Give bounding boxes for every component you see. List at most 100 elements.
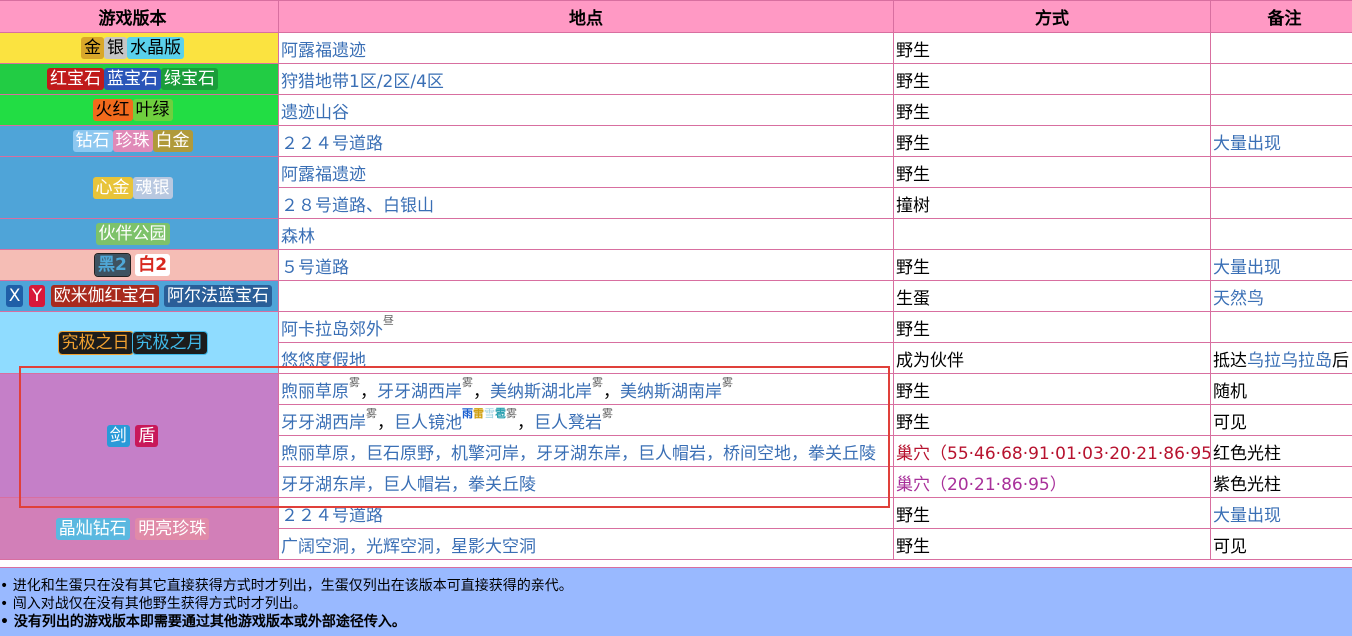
tag-leafgreen[interactable]: 叶绿 bbox=[132, 99, 173, 121]
tag-soulsilver[interactable]: 魂银 bbox=[132, 176, 173, 199]
tag-diamond[interactable]: 钻石 bbox=[72, 130, 113, 152]
version-pokewalker: 伙伴公园 bbox=[0, 218, 279, 250]
location-link[interactable]: 煦丽草原 bbox=[281, 382, 349, 402]
location-link[interactable]: 巨人镜池 bbox=[394, 413, 462, 433]
location-link[interactable]: ５号道路 bbox=[281, 258, 349, 278]
note-suffix: 后 bbox=[1332, 350, 1349, 371]
note-link[interactable]: 天然鸟 bbox=[1213, 289, 1264, 309]
tag-pearl[interactable]: 珍珠 bbox=[112, 130, 153, 152]
method-cell bbox=[893, 218, 1211, 250]
tag-omega-ruby[interactable]: 欧米伽红宝石 bbox=[50, 285, 159, 307]
tag-sword[interactable]: 剑 bbox=[106, 424, 130, 447]
row-rse: 红宝石 蓝宝石 绿宝石 狩猎地带1区/2区/4区 野生 bbox=[0, 63, 1352, 95]
note-link[interactable]: 大量出现 bbox=[1213, 506, 1281, 526]
note-cell: 可见 bbox=[1210, 404, 1352, 436]
row-b2w2: 黑2 白2 ５号道路 野生 大量出现 bbox=[0, 249, 1352, 281]
location-link[interactable]: 阿卡拉岛郊外 bbox=[281, 320, 383, 340]
location-link[interactable]: 阿露福遗迹 bbox=[281, 165, 366, 185]
location-link[interactable]: 广阔空洞，光辉空洞，星影大空洞 bbox=[281, 537, 536, 557]
tag-firered[interactable]: 火红 bbox=[92, 99, 133, 121]
location-link[interactable]: 牙牙湖西岸 bbox=[281, 413, 366, 433]
fog-weather-icon: 雾 bbox=[462, 375, 473, 389]
fog-weather-icon: 雾 bbox=[592, 375, 603, 389]
note-cell: 红色光柱 bbox=[1210, 435, 1352, 467]
version-frlg: 火红 叶绿 bbox=[0, 94, 279, 126]
tag-ultra-moon[interactable]: 究极之月 bbox=[131, 330, 208, 355]
tag-silver[interactable]: 银 bbox=[104, 37, 127, 59]
row-dppt: 钻石 珍珠 白金 ２２４号道路 野生 大量出现 bbox=[0, 125, 1352, 157]
location-cell: 煦丽草原雾，牙牙湖西岸雾，美纳斯湖北岸雾，美纳斯湖南岸雾 bbox=[278, 373, 894, 405]
tag-brilliant-diamond[interactable]: 晶灿钻石 bbox=[55, 517, 130, 540]
row-pokewalker: 伙伴公园 森林 bbox=[0, 218, 1352, 250]
rain-weather-icon: 雨 bbox=[462, 406, 473, 420]
den-detail: （20·21·86·95） bbox=[930, 474, 1067, 495]
tag-emerald[interactable]: 绿宝石 bbox=[161, 68, 218, 90]
location-link[interactable]: 煦丽草原，巨石原野，机擎河岸，牙牙湖东岸，巨人帽岩，桥间空地，拳关丘陵 bbox=[281, 444, 876, 464]
location-link[interactable]: 巨人凳岩 bbox=[534, 413, 602, 433]
location-link[interactable]: 阿露福遗迹 bbox=[281, 41, 366, 61]
location-link[interactable]: 悠悠度假地 bbox=[281, 351, 366, 371]
den-link[interactable]: 巢穴 bbox=[896, 475, 930, 495]
row-gsc: 金银水晶版 阿露福遗迹 野生 bbox=[0, 32, 1352, 64]
note-cell: 紫色光柱 bbox=[1210, 466, 1352, 498]
location-link[interactable]: 牙牙湖西岸 bbox=[377, 382, 462, 402]
hail-weather-icon: 雹 bbox=[495, 406, 506, 420]
method-cell: 野生 bbox=[893, 497, 1211, 529]
note-cell bbox=[1210, 63, 1352, 95]
location-link[interactable]: ２２４号道路 bbox=[281, 134, 383, 154]
version-gsc: 金银水晶版 bbox=[0, 32, 279, 64]
note-cell: 可见 bbox=[1210, 528, 1352, 560]
tag-ruby[interactable]: 红宝石 bbox=[47, 68, 104, 90]
footnote-3: • 没有列出的游戏版本即需要通过其他游戏版本或外部途径传入。 bbox=[0, 614, 406, 630]
header-method: 方式 bbox=[893, 0, 1211, 33]
tag-white2[interactable]: 白2 bbox=[135, 254, 171, 276]
tag-shining-pearl[interactable]: 明亮珍珠 bbox=[135, 517, 210, 540]
tag-y[interactable]: Y bbox=[28, 285, 46, 307]
note-cell bbox=[1210, 311, 1352, 343]
tag-pokewalker[interactable]: 伙伴公园 bbox=[95, 223, 170, 245]
tag-x[interactable]: X bbox=[5, 285, 24, 307]
tag-alpha-sapphire[interactable]: 阿尔法蓝宝石 bbox=[164, 285, 272, 307]
method-cell: 野生 bbox=[893, 63, 1211, 95]
location-link[interactable]: 狩猎地带1区/2区/4区 bbox=[281, 72, 444, 92]
location-link[interactable]: 美纳斯湖南岸 bbox=[620, 382, 722, 402]
location-link[interactable]: ２８号道路、白银山 bbox=[281, 196, 434, 216]
footnotes: • 进化和生蛋只在没有其它直接获得方式时才列出，生蛋仅列出在该版本可直接获得的亲… bbox=[0, 567, 1352, 636]
den-link[interactable]: 巢穴 bbox=[896, 444, 930, 464]
fog-weather-icon: 雾 bbox=[349, 375, 360, 389]
table-header: 游戏版本 地点 方式 备注 bbox=[0, 0, 1352, 33]
method-cell: 成为伙伴 bbox=[893, 342, 1211, 374]
tag-gold[interactable]: 金 bbox=[81, 37, 104, 59]
note-link[interactable]: 乌拉乌拉岛 bbox=[1247, 351, 1332, 371]
header-note: 备注 bbox=[1210, 0, 1352, 33]
tag-ultra-sun[interactable]: 究极之日 bbox=[57, 330, 134, 355]
tag-sapphire[interactable]: 蓝宝石 bbox=[104, 68, 161, 90]
tag-heartgold[interactable]: 心金 bbox=[92, 176, 133, 199]
note-cell bbox=[1210, 187, 1352, 219]
note-link[interactable]: 大量出现 bbox=[1213, 258, 1281, 278]
location-link[interactable]: 遗迹山谷 bbox=[281, 103, 349, 123]
time-day-icon: 昼 bbox=[383, 313, 394, 327]
thunder-weather-icon: 雷 bbox=[473, 406, 484, 420]
method-cell: 野生 bbox=[893, 156, 1211, 188]
fog-weather-icon: 雾 bbox=[506, 406, 517, 420]
tag-crystal[interactable]: 水晶版 bbox=[127, 37, 184, 59]
location-link[interactable]: ２２４号道路 bbox=[281, 506, 383, 526]
note-cell bbox=[1210, 32, 1352, 64]
encounter-table: 游戏版本 地点 方式 备注 金银水晶版 阿露福遗迹 野生 红宝石 蓝宝石 绿宝石 狩… bbox=[0, 0, 1352, 560]
location-link[interactable]: 美纳斯湖北岸 bbox=[490, 382, 592, 402]
method-cell: 生蛋 bbox=[893, 280, 1211, 312]
location-link[interactable]: 牙牙湖东岸，巨人帽岩，拳关丘陵 bbox=[281, 475, 536, 495]
note-link[interactable]: 大量出现 bbox=[1213, 134, 1281, 154]
tag-shield[interactable]: 盾 bbox=[135, 424, 159, 447]
version-b2w2: 黑2 白2 bbox=[0, 249, 279, 281]
tag-platinum[interactable]: 白金 bbox=[152, 130, 193, 152]
location-cell bbox=[278, 280, 894, 312]
row-bdsp-1: 晶灿钻石 明亮珍珠 ２２４号道路 野生 大量出现 bbox=[0, 497, 1352, 560]
method-cell: 撞树 bbox=[893, 187, 1211, 219]
snow-weather-icon: 雪 bbox=[484, 406, 495, 420]
tag-black2[interactable]: 黑2 bbox=[93, 253, 131, 277]
row-hgss-1: 心金 魂银 阿露福遗迹 野生 bbox=[0, 156, 1352, 219]
location-link[interactable]: 森林 bbox=[281, 227, 315, 247]
header-location: 地点 bbox=[278, 0, 894, 33]
